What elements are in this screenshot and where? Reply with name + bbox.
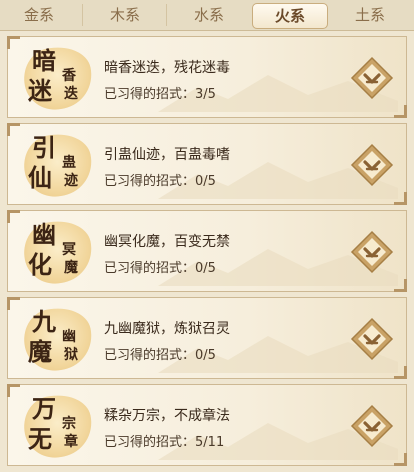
badge-char: 幽: [32, 220, 56, 249]
skill-progress: 已习得的招式：0/5: [104, 170, 216, 189]
progress-prefix: 已习得的招式：: [104, 174, 196, 189]
badge-char: 九: [32, 307, 56, 336]
badge-char: 宗: [62, 416, 76, 432]
skill-card[interactable]: 九 魔 幽 狱 九幽魔狱，炼狱召灵 已习得的招式：0/5: [7, 297, 407, 379]
skill-badge: 暗 迷 香 迭: [18, 40, 98, 116]
tab-earth[interactable]: 土系: [330, 3, 410, 27]
skill-card[interactable]: 暗 迷 香 迭 暗香迷迭，残花迷毒 已习得的招式：3/5: [7, 36, 407, 118]
tab-label: 木系: [109, 6, 140, 24]
skill-title: 暗香迷迭，残花迷毒: [104, 60, 230, 76]
skill-badge: 九 魔 幽 狱: [18, 301, 98, 377]
progress-prefix: 已习得的招式：: [104, 261, 196, 276]
badge-char: 魔: [28, 337, 52, 366]
expand-button[interactable]: [350, 317, 394, 361]
tab-divider: [166, 4, 167, 26]
badge-char: 化: [28, 250, 52, 279]
tab-label: 火系: [274, 7, 305, 25]
expand-button[interactable]: [350, 143, 394, 187]
badge-char: 无: [28, 424, 52, 453]
badge-char: 香: [62, 68, 76, 84]
tab-fire[interactable]: 火系: [252, 3, 328, 29]
progress-prefix: 已习得的招式：: [104, 435, 196, 450]
skill-progress: 已习得的招式：5/11: [104, 431, 224, 450]
badge-char: 迷: [28, 76, 52, 105]
skill-card[interactable]: 引 仙 蛊 迹 引蛊仙迹，百蛊毒嗜 已习得的招式：0/5: [7, 123, 407, 205]
skill-badge: 万 无 宗 章: [18, 388, 98, 464]
badge-char: 魔: [64, 260, 78, 276]
skill-badge: 引 仙 蛊 迹: [18, 127, 98, 203]
badge-char: 仙: [28, 163, 52, 192]
tab-wood[interactable]: 木系: [86, 3, 164, 27]
badge-char: 幽: [62, 329, 76, 345]
chevron-down-icon: [350, 56, 394, 100]
skill-title: 引蛊仙迹，百蛊毒嗜: [104, 147, 230, 163]
progress-prefix: 已习得的招式：: [104, 348, 196, 363]
expand-button[interactable]: [350, 56, 394, 100]
tab-water[interactable]: 水系: [170, 3, 248, 27]
progress-value: 0/5: [195, 174, 216, 189]
badge-char: 迭: [64, 86, 78, 102]
skill-title: 幽冥化魔，百变无禁: [104, 234, 230, 250]
progress-value: 0/5: [195, 348, 216, 363]
progress-prefix: 已习得的招式：: [104, 87, 196, 102]
skill-title: 九幽魔狱，炼狱召灵: [104, 321, 230, 337]
progress-value: 3/5: [195, 87, 216, 102]
skill-card[interactable]: 万 无 宗 章 糅杂万宗，不成章法 已习得的招式：5/11: [7, 384, 407, 466]
tab-label: 水系: [193, 6, 224, 24]
badge-char: 引: [32, 133, 56, 162]
badge-char: 冥: [62, 242, 76, 258]
expand-button[interactable]: [350, 404, 394, 448]
badge-char: 狱: [64, 347, 78, 363]
skill-card[interactable]: 幽 化 冥 魔 幽冥化魔，百变无禁 已习得的招式：0/5: [7, 210, 407, 292]
tab-metal[interactable]: 金系: [2, 3, 76, 27]
chevron-down-icon: [350, 404, 394, 448]
expand-button[interactable]: [350, 230, 394, 274]
progress-value: 5/11: [195, 435, 225, 450]
badge-char: 暗: [32, 46, 56, 75]
badge-char: 万: [32, 394, 56, 423]
skill-title: 糅杂万宗，不成章法: [104, 408, 230, 424]
skill-progress: 已习得的招式：0/5: [104, 257, 216, 276]
badge-char: 章: [64, 434, 78, 450]
badge-char: 蛊: [62, 155, 76, 171]
chevron-down-icon: [350, 230, 394, 274]
skill-badge: 幽 化 冥 魔: [18, 214, 98, 290]
tab-label: 金系: [23, 6, 54, 24]
progress-value: 0/5: [195, 261, 216, 276]
element-tab-bar: 金系 木系 水系 火系 土系: [0, 0, 414, 31]
tab-label: 土系: [354, 6, 385, 24]
tab-divider: [82, 4, 83, 26]
skill-progress: 已习得的招式：0/5: [104, 344, 216, 363]
chevron-down-icon: [350, 143, 394, 187]
badge-char: 迹: [64, 173, 78, 189]
chevron-down-icon: [350, 317, 394, 361]
skill-progress: 已习得的招式：3/5: [104, 83, 216, 102]
